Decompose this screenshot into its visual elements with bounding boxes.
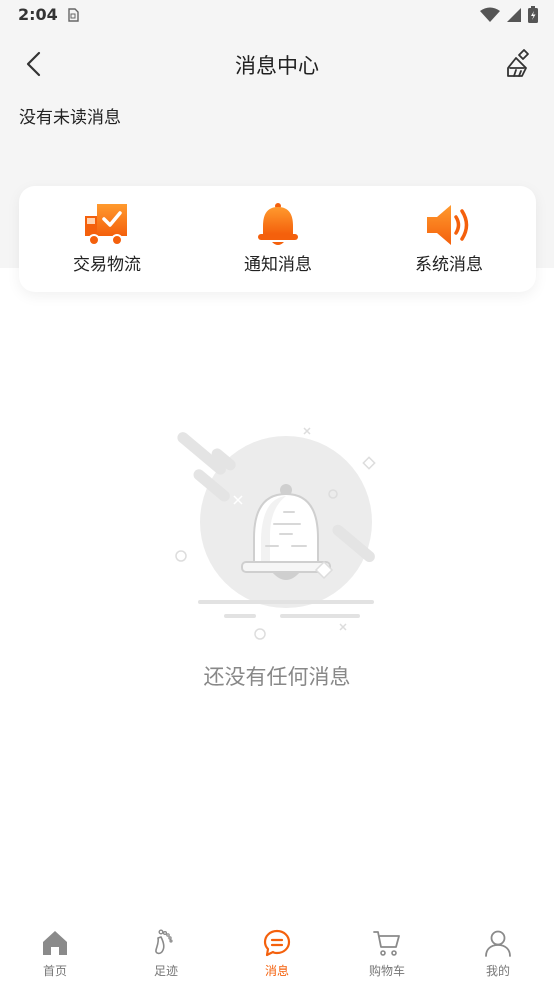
nav-footprints[interactable]: 足迹 <box>111 920 221 984</box>
empty-bell-illustration <box>168 420 384 642</box>
category-label: 交易物流 <box>73 255 141 275</box>
empty-state-text: 还没有任何消息 <box>203 665 351 689</box>
category-system-messages[interactable]: 系统消息 <box>363 186 535 292</box>
nav-label: 消息 <box>264 964 289 978</box>
nav-profile[interactable]: 我的 <box>443 920 553 984</box>
status-time: 2:04 <box>18 5 58 24</box>
cart-icon <box>372 928 402 958</box>
bell-icon <box>254 202 302 248</box>
bottom-navigation: 首页 足迹 消息 购物车 我的 <box>0 920 554 984</box>
category-label: 通知消息 <box>244 255 312 275</box>
broom-icon <box>507 49 529 77</box>
clear-messages-button[interactable] <box>504 46 538 80</box>
nav-label: 足迹 <box>153 964 178 978</box>
status-bar: 2:04 <box>0 0 554 30</box>
nav-label: 首页 <box>42 964 67 978</box>
unread-status-text: 没有未读消息 <box>19 108 121 128</box>
status-indicators <box>480 6 538 27</box>
category-notifications[interactable]: 通知消息 <box>192 186 364 292</box>
message-category-card: 交易物流 通知消息 系统消息 <box>19 186 536 292</box>
nav-home[interactable]: 首页 <box>0 920 110 984</box>
home-icon <box>40 928 70 958</box>
header: 消息中心 <box>0 38 554 90</box>
nav-label: 我的 <box>485 964 510 978</box>
page-title: 消息中心 <box>235 54 319 78</box>
category-trade-logistics[interactable]: 交易物流 <box>21 186 193 292</box>
sim-card-icon <box>66 7 80 26</box>
message-icon <box>262 928 292 958</box>
battery-icon <box>528 6 538 27</box>
nav-messages[interactable]: 消息 <box>222 920 332 984</box>
wifi-icon <box>480 7 500 27</box>
signal-icon <box>506 7 522 27</box>
nav-label: 购物车 <box>368 964 405 978</box>
nav-cart[interactable]: 购物车 <box>332 920 442 984</box>
user-icon <box>483 928 513 958</box>
truck-check-icon <box>83 202 131 248</box>
category-label: 系统消息 <box>415 255 483 275</box>
speaker-icon <box>425 202 473 248</box>
footprint-icon <box>151 928 181 958</box>
